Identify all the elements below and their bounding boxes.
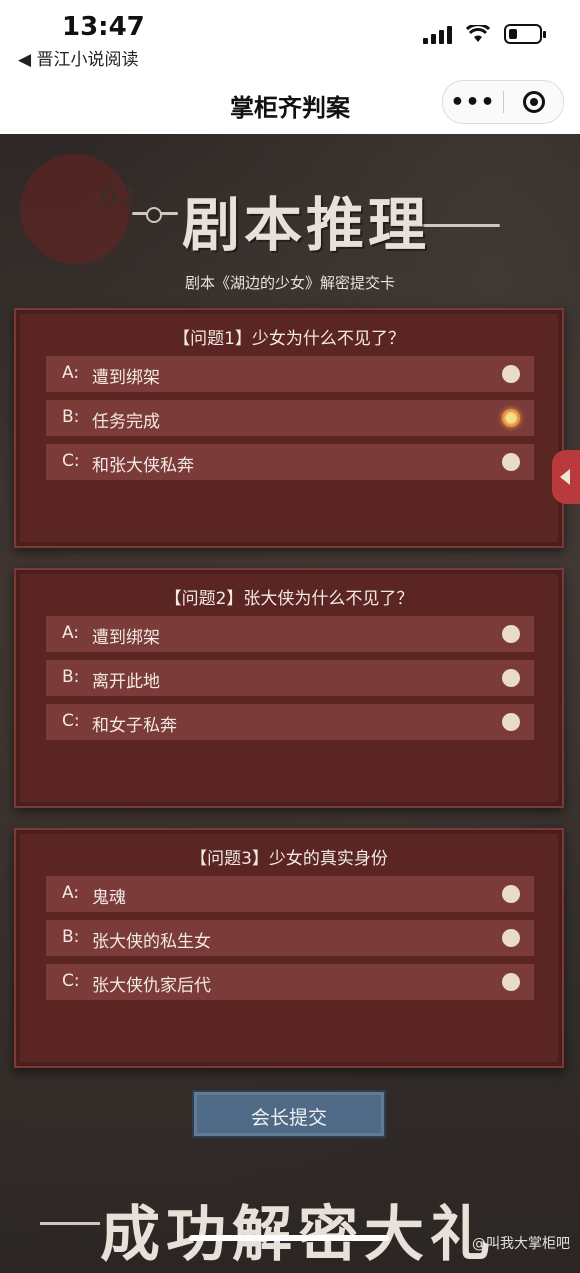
submit-label: 会长提交 [250,1107,327,1129]
option-letter: C: [62,971,80,991]
option-b[interactable]: B: 张大侠的私生女 [46,920,534,956]
option-letter: A: [62,883,80,903]
close-mini-program-button[interactable] [504,91,563,113]
question-title: 【问题2】张大侠为什么不见了？ [164,589,414,609]
game-screen: 02 剧本推理 剧本《湖边的少女》解密提交卡 【问题1】少女为什么不见了？ A:… [0,134,580,1270]
target-icon [522,91,545,113]
option-b[interactable]: B: 任务完成 [46,400,534,436]
wifi-icon [466,25,490,42]
radio-button[interactable] [502,713,520,731]
episode-number: 02 [100,182,137,212]
option-text: 和女子私奔 [92,716,177,736]
option-letter: B: [62,407,80,427]
option-c[interactable]: C: 和女子私奔 [46,704,534,740]
option-letter: B: [62,927,80,947]
question-card-1: 【问题1】少女为什么不见了？ A: 遭到绑架 B: 任务完成 C: 和张大侠私奔 [14,308,564,548]
option-c[interactable]: C: 和张大侠私奔 [46,444,534,480]
question-card-3: 【问题3】少女的真实身份 A: 鬼魂 B: 张大侠的私生女 C: 张大侠仇家后代 [14,828,564,1068]
status-time: 13:47 [62,12,145,42]
decorative-line [40,1222,100,1225]
option-c[interactable]: C: 张大侠仇家后代 [46,964,534,1000]
radio-button[interactable] [502,625,520,643]
back-to-app-link[interactable]: ◀ 晋江小说阅读 [18,45,138,70]
radio-button[interactable] [502,929,520,947]
option-text: 张大侠仇家后代 [92,976,211,996]
home-indicator[interactable] [189,1235,389,1241]
decorative-dot [146,207,162,223]
option-letter: B: [62,667,80,687]
status-icons [423,24,546,44]
question-title: 【问题3】少女的真实身份 [190,849,388,869]
mini-program-capsule: ••• [442,80,564,124]
question-card-2: 【问题2】张大侠为什么不见了？ A: 遭到绑架 B: 离开此地 C: 和女子私奔 [14,568,564,808]
option-a[interactable]: A: 遭到绑架 [46,356,534,392]
nav-bar: 掌柜齐判案 ••• [0,70,580,134]
status-bar: 13:47 ◀ 晋江小说阅读 [0,0,580,70]
option-text: 遭到绑架 [92,628,160,648]
option-text: 任务完成 [92,412,160,432]
option-b[interactable]: B: 离开此地 [46,660,534,696]
option-text: 离开此地 [92,672,160,692]
option-a[interactable]: A: 鬼魂 [46,876,534,912]
option-letter: C: [62,711,80,731]
option-a[interactable]: A: 遭到绑架 [46,616,534,652]
signal-icon [423,24,452,44]
option-text: 遭到绑架 [92,368,160,388]
section-title: 剧本推理 [182,191,431,259]
radio-button[interactable] [502,669,520,687]
option-letter: C: [62,451,80,471]
question-title: 【问题1】少女为什么不见了？ [173,329,405,349]
option-letter: A: [62,623,80,643]
radio-button[interactable] [502,365,520,383]
more-menu-button[interactable]: ••• [443,90,503,115]
side-panel-toggle[interactable] [552,450,580,504]
radio-button[interactable] [502,453,520,471]
option-text: 张大侠的私生女 [92,932,211,952]
option-letter: A: [62,363,80,383]
option-text: 和张大侠私奔 [92,456,194,476]
footer-title: 成功解密大礼 [100,1200,496,1270]
radio-button[interactable] [502,973,520,991]
credit-watermark: @叫我大掌柜吧 [472,1236,570,1252]
radio-button[interactable] [502,885,520,903]
submit-button[interactable]: 会长提交 [192,1090,386,1138]
option-text: 鬼魂 [92,888,126,908]
battery-icon [504,24,546,44]
section-subtitle: 剧本《湖边的少女》解密提交卡 [184,274,395,292]
radio-button-selected[interactable] [502,409,520,427]
